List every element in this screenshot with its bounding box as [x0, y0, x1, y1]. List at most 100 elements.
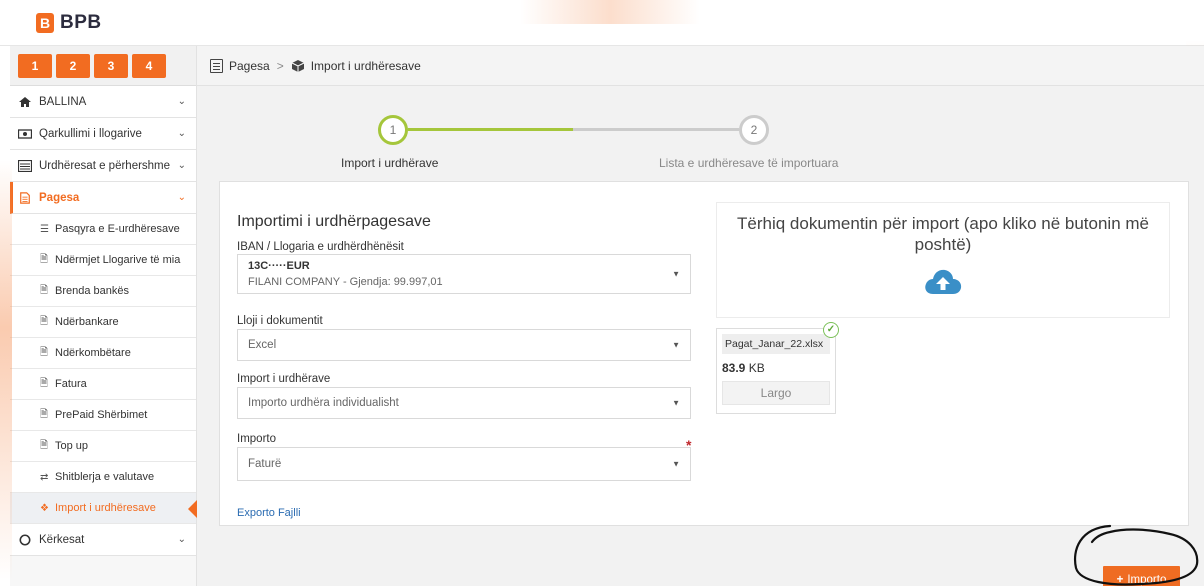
iban-select[interactable]: 13C·····EUR FILANI COMPANY - Gjendja: 99… — [237, 254, 691, 294]
import-type-label: Import i urdhërave — [237, 373, 331, 385]
file-icon: 🗎 — [40, 253, 49, 265]
chevron-down-icon: ⌄ — [177, 192, 186, 203]
chevron-down-icon: ▼ — [672, 459, 680, 469]
circle-icon — [19, 534, 31, 545]
decorative-wedge — [0, 160, 12, 580]
sidebar-item-pagesa[interactable]: Pagesa ⌄ — [10, 182, 196, 214]
iban-label: IBAN / Llogaria e urdhërdhënësit — [237, 241, 404, 253]
sidebar-subitem-nderbankare[interactable]: 🗎 Ndërbankare — [10, 307, 196, 338]
sidebar-subitem-label: Shitblerja e valutave — [55, 471, 155, 483]
breadcrumb-parent[interactable]: Pagesa — [229, 59, 270, 73]
sidebar-item-kerkesat[interactable]: Kërkesat ⌄ — [10, 524, 196, 556]
shortcut-button-1[interactable]: 1 — [18, 53, 52, 78]
sidebar-subitem-label: Ndërbankare — [55, 316, 119, 328]
shortcut-button-3[interactable]: 3 — [94, 53, 128, 78]
import-type-select[interactable]: Importo urdhëra individualisht ▼ — [237, 387, 691, 419]
cube-icon — [291, 59, 304, 72]
logo-text: BPB — [60, 12, 102, 33]
chevron-down-icon: ▼ — [672, 269, 680, 279]
sidebar-item-qarkullimi[interactable]: Qarkullimi i llogarive ⌄ — [10, 118, 196, 150]
sidebar-subitem-ndermjet[interactable]: 🗎 Ndërmjet Llogarive të mia — [10, 245, 196, 276]
logo[interactable]: B BPB — [36, 12, 102, 34]
sidebar-subitem-label: Fatura — [55, 378, 87, 390]
sidebar-subitem-label: Ndërkombëtare — [55, 347, 131, 359]
check-icon: ✓ — [823, 322, 839, 338]
step-2-label: Lista e urdhëresave të importuara — [659, 156, 839, 170]
sidebar-subitem-label: PrePaid Shërbimet — [55, 409, 148, 421]
file-dropzone[interactable]: Tërhiq dokumentin për import (apo kliko … — [716, 202, 1170, 318]
sidebar-subitem-label: Top up — [55, 440, 89, 452]
dropzone-text: Tërhiq dokumentin për import (apo kliko … — [737, 214, 1149, 254]
breadcrumb-current: Import i urdhëresave — [310, 58, 421, 73]
sidebar-item-label: Kërkesat — [39, 533, 85, 546]
breadcrumb-separator: > — [276, 58, 284, 73]
form-title: Importimi i urdhërpagesave — [237, 213, 431, 230]
import-stepper: 1 2 Import i urdhërave Lista e urdhëresa… — [197, 113, 997, 173]
chevron-down-icon: ▼ — [672, 340, 680, 350]
sidebar-subitem-top-up[interactable]: 🗎 Top up — [10, 431, 196, 462]
step-1-label: Import i urdhërave — [341, 156, 439, 170]
file-icon: 🗎 — [40, 284, 49, 296]
sidebar-subitem-label: Ndërmjet Llogarive të mia — [55, 254, 181, 266]
sidebar-item-urdheresat[interactable]: Urdhëresat e përhershme ⌄ — [10, 150, 196, 182]
iban-value: 13C·····EUR — [248, 260, 310, 272]
sidebar-item-label: BALLINA — [39, 95, 87, 108]
shortcut-button-4[interactable]: 4 — [132, 53, 166, 78]
money-icon — [18, 128, 32, 139]
file-name: Pagat_Janar_22.xlsx — [722, 334, 830, 354]
doc-type-value: Excel — [248, 339, 277, 351]
iban-balance: FILANI COMPANY - Gjendja: 99.997,01 — [248, 276, 443, 288]
step-2-circle[interactable]: 2 — [739, 115, 769, 145]
logo-mark: B — [36, 13, 54, 33]
chevron-down-icon: ⌄ — [177, 534, 186, 545]
sidebar-subitem-nderkombetare[interactable]: 🗎 Ndërkombëtare — [10, 338, 196, 369]
file-size-value: 83.9 — [722, 361, 746, 375]
exchange-icon: ⇄ — [40, 471, 49, 483]
file-icon: 🗎 — [40, 408, 49, 420]
import-select[interactable]: Faturë ▼ — [237, 447, 691, 481]
list-icon — [18, 159, 32, 172]
sidebar-subitem-fatura[interactable]: 🗎 Fatura — [10, 369, 196, 400]
sidebar-subitem-prepaid[interactable]: 🗎 PrePaid Shërbimet — [10, 400, 196, 431]
sidebar-subitem-brenda-bankes[interactable]: 🗎 Brenda bankës — [10, 276, 196, 307]
sidebar: 1 2 3 4 BALLINA ⌄ Qarkullimi i llogarive… — [10, 46, 197, 586]
sidebar-subitem-label: Pasqyra e E-urdhëresave — [55, 223, 180, 235]
file-icon: 🗎 — [40, 315, 49, 327]
step-1-circle[interactable]: 1 — [378, 115, 408, 145]
sidebar-item-ballina[interactable]: BALLINA ⌄ — [10, 86, 196, 118]
import-form-card: Importimi i urdhërpagesave IBAN / Llogar… — [219, 181, 1189, 526]
file-icon: 🗎 — [40, 439, 49, 451]
shortcut-button-2[interactable]: 2 — [56, 53, 90, 78]
file-icon: 🗎 — [40, 377, 49, 389]
sidebar-subitem-shitblerja[interactable]: ⇄ Shitblerja e valutave — [10, 462, 196, 493]
chevron-down-icon: ⌄ — [177, 128, 186, 139]
chevron-down-icon: ▼ — [672, 398, 680, 408]
doc-type-select[interactable]: Excel ▼ — [237, 329, 691, 361]
import-type-value: Importo urdhëra individualisht — [248, 397, 399, 409]
decorative-wedge — [520, 0, 700, 24]
breadcrumb: Pagesa > Import i urdhëresave — [197, 46, 1204, 86]
stepper-line-pending — [573, 128, 739, 131]
sidebar-subitem-import[interactable]: ❖ Import i urdhëresave — [10, 493, 197, 524]
sidebar-subitem-pasqyra[interactable]: ☰ Pasqyra e E-urdhëresave — [10, 214, 196, 245]
list-icon: ☰ — [40, 223, 49, 235]
annotation-circle — [1074, 524, 1199, 586]
export-file-link[interactable]: Exporto Fajlli — [237, 507, 301, 519]
cube-icon: ❖ — [40, 502, 49, 514]
sidebar-item-label: Pagesa — [39, 191, 80, 204]
sidebar-item-label: Qarkullimi i llogarive — [39, 127, 142, 140]
file-size-unit: KB — [748, 361, 765, 375]
uploaded-file-card: Pagat_Janar_22.xlsx 83.9 KB Largo — [716, 328, 836, 414]
home-icon — [19, 96, 31, 107]
import-label: Importo — [237, 433, 276, 445]
chevron-down-icon: ⌄ — [177, 96, 186, 107]
document-icon — [20, 191, 30, 204]
remove-file-button[interactable]: Largo — [722, 381, 830, 405]
required-marker: * — [686, 437, 692, 453]
import-value: Faturë — [248, 458, 282, 470]
shortcut-bar: 1 2 3 4 — [10, 46, 196, 86]
sidebar-item-label: Urdhëresat e përhershme — [39, 159, 171, 172]
file-icon: 🗎 — [40, 346, 49, 358]
cloud-upload-icon[interactable] — [923, 267, 963, 295]
doc-type-label: Lloji i dokumentit — [237, 315, 323, 327]
